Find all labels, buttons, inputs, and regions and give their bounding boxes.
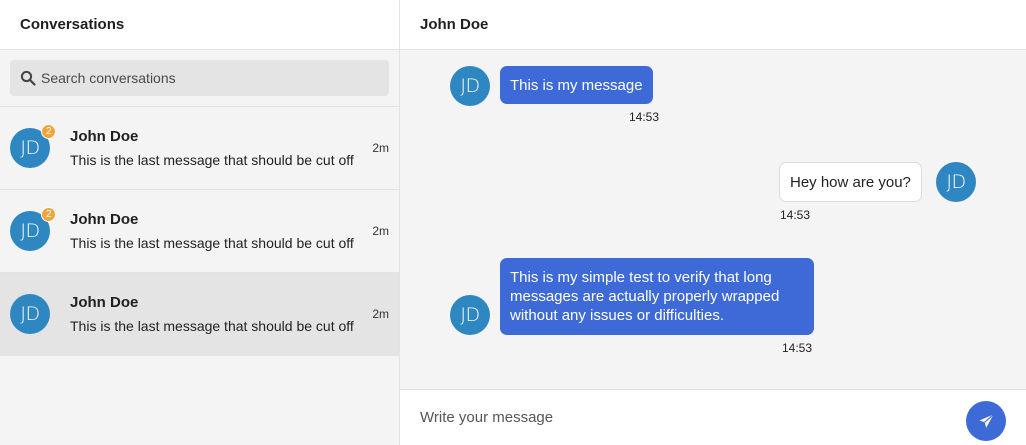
message-time: 14:53 xyxy=(780,208,811,222)
message-time: 14:53 xyxy=(782,341,813,355)
conversation-text: John Doe This is the last message that s… xyxy=(70,128,356,168)
chat-app: Conversations JD 2 John Doe This is the … xyxy=(0,0,1026,445)
conversation-time: 2m xyxy=(372,307,389,321)
unread-badge: 2 xyxy=(41,124,56,139)
send-icon xyxy=(978,413,994,428)
sidebar-title: Conversations xyxy=(0,0,399,50)
conversation-preview: This is the last message that should be … xyxy=(70,152,354,168)
message-avatar: JD xyxy=(450,66,490,106)
conversation-list: JD 2 John Doe This is the last message t… xyxy=(0,107,399,445)
message-bubble-sent: This is my simple test to verify that lo… xyxy=(500,258,814,335)
avatar-initials: JD xyxy=(460,304,480,326)
chat-title: John Doe xyxy=(400,0,1026,50)
search-container xyxy=(0,50,399,107)
avatar-initials: JD xyxy=(20,137,40,159)
message-list: JD This is my message 14:53 Hey how are … xyxy=(400,50,1026,390)
conversation-time: 2m xyxy=(372,224,389,238)
conversation-time: 2m xyxy=(372,141,389,155)
message-avatar: JD xyxy=(450,295,490,335)
conversation-text: John Doe This is the last message that s… xyxy=(70,294,356,334)
avatar: JD 2 xyxy=(10,124,56,168)
unread-badge: 2 xyxy=(41,207,56,222)
search-icon xyxy=(20,70,36,86)
conversation-preview: This is the last message that should be … xyxy=(70,235,354,251)
message-bubble-received: Hey how are you? xyxy=(779,162,922,202)
avatar-initials: JD xyxy=(20,220,40,242)
message-time: 14:53 xyxy=(629,110,660,124)
conversation-name: John Doe xyxy=(70,294,139,311)
conversation-item[interactable]: JD 2 John Doe This is the last message t… xyxy=(0,107,399,190)
send-button[interactable] xyxy=(966,401,1006,441)
message-composer xyxy=(400,390,1026,445)
conversation-item[interactable]: JD 2 John Doe This is the last message t… xyxy=(0,190,399,273)
avatar: JD 2 xyxy=(10,207,56,251)
avatar-initials: JD xyxy=(460,75,480,97)
message-bubble-sent: This is my message xyxy=(500,66,653,104)
avatar: JD xyxy=(10,294,50,334)
search-box[interactable] xyxy=(10,60,389,96)
avatar-initials: JD xyxy=(946,171,966,193)
message-input[interactable] xyxy=(420,409,940,426)
conversation-name: John Doe xyxy=(70,128,139,145)
message-avatar: JD xyxy=(936,162,976,202)
conversations-sidebar: Conversations JD 2 John Doe This is the … xyxy=(0,0,400,445)
conversation-name: John Doe xyxy=(70,211,139,228)
conversation-text: John Doe This is the last message that s… xyxy=(70,211,356,251)
search-input[interactable] xyxy=(41,60,389,96)
conversation-item-active[interactable]: JD John Doe This is the last message tha… xyxy=(0,273,399,356)
chat-panel: John Doe JD This is my message 14:53 Hey… xyxy=(400,0,1026,445)
conversation-preview: This is the last message that should be … xyxy=(70,318,354,334)
avatar-initials: JD xyxy=(20,303,40,325)
